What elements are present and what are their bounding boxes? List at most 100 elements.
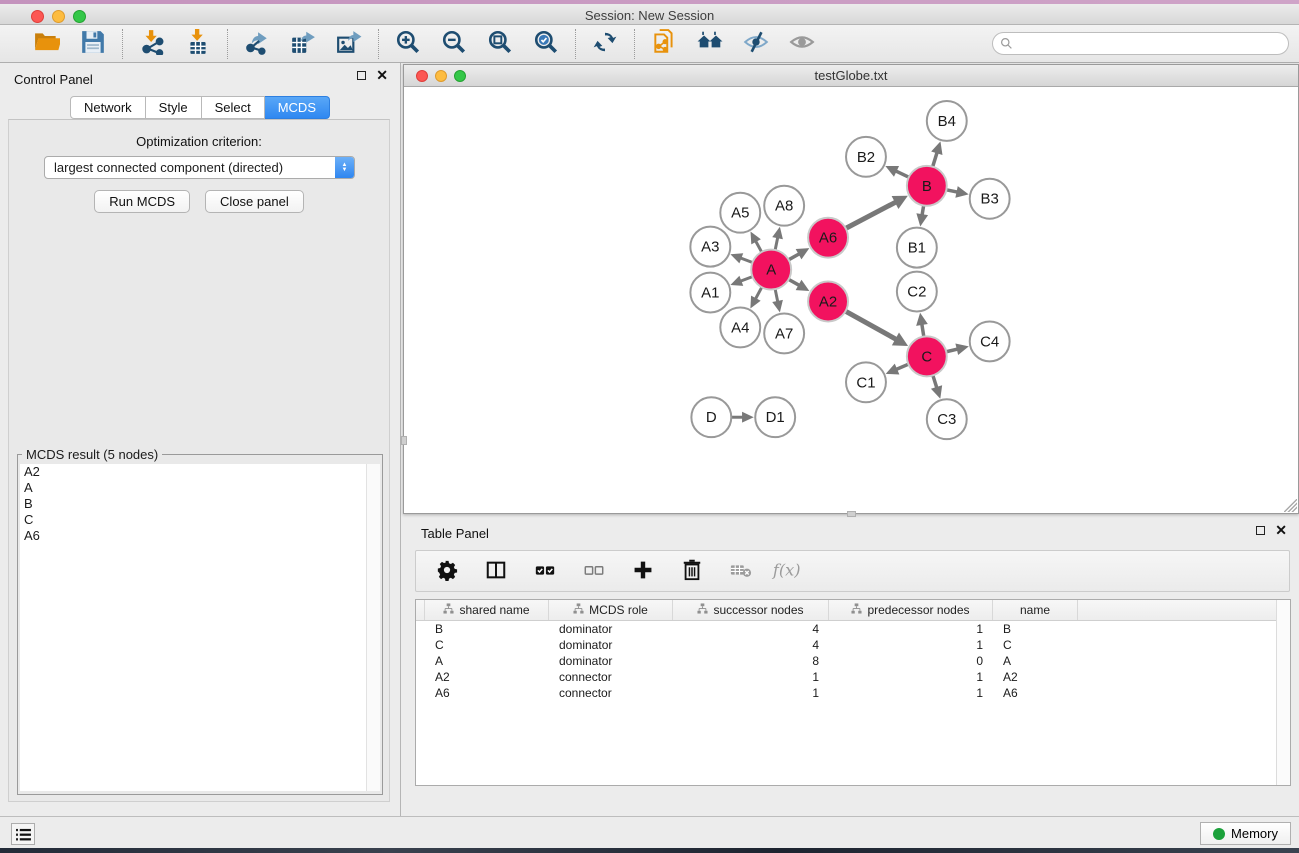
column-header-shared-name[interactable]: shared name — [425, 600, 549, 620]
table-cell[interactable]: 8 — [673, 653, 829, 669]
show-column-button[interactable] — [483, 558, 509, 584]
column-header-successor-nodes[interactable]: successor nodes — [673, 600, 829, 620]
search-input[interactable] — [1017, 35, 1288, 53]
apply-layout-button[interactable] — [590, 29, 620, 59]
table-cell[interactable]: A2 — [425, 669, 549, 685]
graph-edge-A-A1[interactable] — [740, 277, 753, 282]
close-panel-button[interactable]: Close panel — [205, 190, 304, 213]
table-cell[interactable]: B — [993, 621, 1078, 637]
table-row[interactable]: A2connector11A2 — [416, 669, 1290, 685]
export-table-button[interactable] — [288, 29, 318, 59]
select-all-button[interactable] — [532, 558, 558, 584]
graph-edge-B-B2[interactable] — [895, 171, 909, 177]
result-item[interactable]: A6 — [20, 528, 366, 544]
table-cell[interactable]: connector — [549, 669, 673, 685]
mcds-result-list[interactable]: A2ABCA6 — [20, 464, 366, 791]
table-scrollbar[interactable] — [1276, 600, 1290, 785]
search-box[interactable] — [992, 32, 1289, 55]
table-cell[interactable]: dominator — [549, 637, 673, 653]
graph-edge-C-C4[interactable] — [946, 349, 958, 352]
table-cell[interactable]: 1 — [829, 669, 993, 685]
table-row[interactable]: Cdominator41C — [416, 637, 1290, 653]
network-window-titlebar[interactable]: testGlobe.txt — [404, 65, 1298, 87]
graph-edge-C-C3[interactable] — [933, 375, 937, 388]
column-header-name[interactable]: name — [993, 600, 1078, 620]
table-cell[interactable]: C — [993, 637, 1078, 653]
criterion-dropdown[interactable]: largest connected component (directed) ▲… — [44, 156, 355, 179]
graph-edge-A-A2[interactable] — [789, 279, 800, 285]
table-cell[interactable]: A6 — [425, 685, 549, 701]
graph-edge-B-B1[interactable] — [922, 205, 924, 215]
tab-network[interactable]: Network — [70, 96, 146, 119]
result-item[interactable]: C — [20, 512, 366, 528]
zoom-in-button[interactable] — [393, 29, 423, 59]
graph-edge-A6-B[interactable] — [846, 202, 897, 229]
show-graphics-details-button[interactable] — [787, 29, 817, 59]
result-item[interactable]: A — [20, 480, 366, 496]
table-cell[interactable]: dominator — [549, 653, 673, 669]
tab-select[interactable]: Select — [202, 96, 265, 119]
import-network-button[interactable] — [137, 29, 167, 59]
table-cell[interactable]: B — [425, 621, 549, 637]
hide-graphics-details-button[interactable] — [741, 29, 771, 59]
result-scrollbar[interactable] — [366, 464, 380, 791]
table-row[interactable]: Adominator80A — [416, 653, 1290, 669]
split-divider-knob[interactable] — [401, 436, 407, 445]
table-cell[interactable]: 1 — [829, 621, 993, 637]
overview-home-button[interactable] — [695, 29, 725, 59]
save-session-button[interactable] — [78, 29, 108, 59]
tab-mcds[interactable]: MCDS — [265, 96, 330, 119]
graph-edge-C-C1[interactable] — [896, 364, 909, 369]
export-image-button[interactable] — [334, 29, 364, 59]
network-from-selection-button[interactable] — [649, 29, 679, 59]
import-table-button[interactable] — [183, 29, 213, 59]
table-row[interactable]: A6connector11A6 — [416, 685, 1290, 701]
table-cell[interactable]: A2 — [993, 669, 1078, 685]
resize-grip-icon[interactable] — [1284, 499, 1297, 512]
delete-column-button[interactable] — [679, 558, 705, 584]
table-cell[interactable]: 0 — [829, 653, 993, 669]
deselect-all-button[interactable] — [581, 558, 607, 584]
graph-edge-A-A8[interactable] — [775, 237, 778, 250]
result-item[interactable]: B — [20, 496, 366, 512]
table-settings-button[interactable] — [434, 558, 460, 584]
result-item[interactable]: A2 — [20, 464, 366, 480]
graph-edge-B-B4[interactable] — [933, 152, 938, 167]
graph-edge-B-B3[interactable] — [946, 190, 958, 192]
table-cell[interactable]: A — [425, 653, 549, 669]
graph-edge-A-A4[interactable] — [755, 287, 762, 299]
graph-edge-A-A3[interactable] — [740, 258, 753, 263]
table-cell[interactable]: A6 — [993, 685, 1078, 701]
add-column-button[interactable] — [630, 558, 656, 584]
table-cell[interactable]: 1 — [673, 669, 829, 685]
graph-edge-A-A7[interactable] — [775, 289, 778, 302]
zoom-out-button[interactable] — [439, 29, 469, 59]
network-canvas[interactable]: B4B2BB3A8A5A6A3B1AC2A1A2A4A7C4CC1C3DD1 — [404, 88, 1298, 513]
tab-style[interactable]: Style — [146, 96, 202, 119]
run-mcds-button[interactable]: Run MCDS — [94, 190, 190, 213]
float-panel-icon[interactable] — [357, 71, 366, 80]
graph-edge-A2-C[interactable] — [845, 311, 896, 339]
close-panel-icon[interactable]: ✕ — [376, 70, 388, 80]
graph-edge-A-A6[interactable] — [789, 253, 800, 259]
float-table-panel-icon[interactable] — [1256, 526, 1265, 535]
table-cell[interactable]: 1 — [829, 685, 993, 701]
graph-edge-C-C2[interactable] — [922, 323, 924, 336]
table-cell[interactable]: A — [993, 653, 1078, 669]
open-session-button[interactable] — [32, 29, 62, 59]
close-table-panel-icon[interactable]: ✕ — [1275, 525, 1287, 535]
zoom-fit-button[interactable] — [485, 29, 515, 59]
graph-edge-A-A5[interactable] — [755, 240, 761, 252]
column-header-predecessor-nodes[interactable]: predecessor nodes — [829, 600, 993, 620]
export-network-button[interactable] — [242, 29, 272, 59]
table-cell[interactable]: dominator — [549, 621, 673, 637]
zoom-selected-button[interactable] — [531, 29, 561, 59]
table-cell[interactable]: 4 — [673, 621, 829, 637]
memory-button[interactable]: Memory — [1200, 822, 1291, 845]
table-cell[interactable]: 4 — [673, 637, 829, 653]
split-divider-knob-horizontal[interactable] — [847, 511, 856, 517]
table-cell[interactable]: 1 — [829, 637, 993, 653]
table-cell[interactable]: C — [425, 637, 549, 653]
table-row[interactable]: Bdominator41B — [416, 621, 1290, 637]
task-history-button[interactable] — [11, 823, 35, 845]
